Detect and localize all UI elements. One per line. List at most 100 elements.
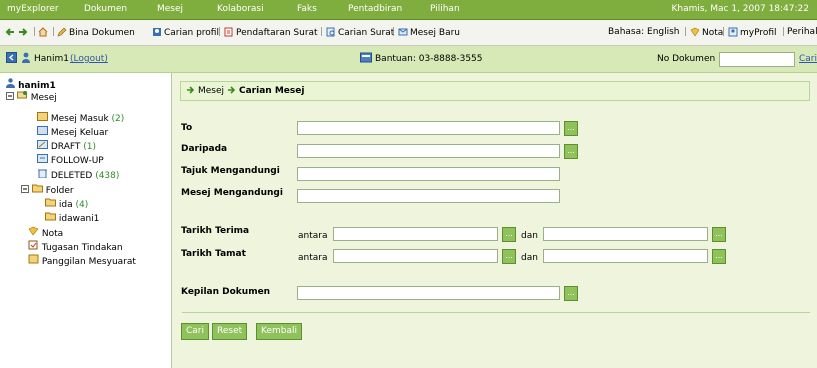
tarikh-terima-from-picker[interactable]: ... xyxy=(502,227,516,242)
back-icon[interactable] xyxy=(5,27,17,38)
tarikh-terima-from-input[interactable] xyxy=(333,227,498,241)
tarikh-tamat-to-input[interactable] xyxy=(543,249,708,263)
pendaftaran-surat-button[interactable]: Pendaftaran Surat xyxy=(224,27,318,38)
nota-label: Nota xyxy=(41,229,64,239)
daripada-picker-button[interactable]: ... xyxy=(564,144,578,159)
tugasan-label: Tugasan Tindakan xyxy=(41,243,123,253)
arrow-icon xyxy=(187,86,195,97)
breadcrumb-carian-mesej: Carian Mesej xyxy=(239,86,305,96)
reset-button[interactable]: Reset xyxy=(212,323,248,340)
bina-dokumen-button[interactable]: Bina Dokumen xyxy=(57,27,135,38)
tarikh-terima-to-picker[interactable]: ... xyxy=(712,227,726,242)
nota-label: Nota xyxy=(702,28,724,38)
draft-label: DRAFT xyxy=(50,142,81,152)
mesej-input[interactable] xyxy=(297,189,560,203)
inbox-icon xyxy=(37,112,48,121)
carian-profil-button[interactable]: Carian profil xyxy=(152,27,219,38)
carian-surat-button[interactable]: Carian Surat xyxy=(326,27,394,38)
myprofil-label: myProfil xyxy=(740,28,777,38)
messages-icon xyxy=(16,91,27,99)
pendaftaran-surat-label: Pendaftaran Surat xyxy=(236,28,318,38)
menu-pilihan[interactable]: Pilihan xyxy=(430,4,460,14)
tajuk-label: Tajuk Mengandungi xyxy=(181,166,280,176)
to-label: To xyxy=(181,123,193,133)
deleted-count: (438) xyxy=(95,171,120,181)
tajuk-input[interactable] xyxy=(297,167,560,181)
deleted-label: DELETED xyxy=(50,171,93,181)
mesej-label: Mesej Mengandungi xyxy=(181,188,283,198)
tree-follow-up[interactable]: FOLLOW-UP xyxy=(37,154,104,166)
follow-up-label: FOLLOW-UP xyxy=(50,156,104,166)
mesej-baru-button[interactable]: Mesej Baru xyxy=(398,27,460,38)
myprofil-button[interactable]: myProfil xyxy=(728,27,777,38)
kepilan-picker-button[interactable]: ... xyxy=(564,286,578,301)
menu-dokumen[interactable]: Dokumen xyxy=(84,4,127,14)
trash-icon xyxy=(38,169,47,179)
tree-tugasan[interactable]: Tugasan Tindakan xyxy=(28,240,123,253)
perihal-link[interactable]: Perihal xyxy=(787,27,817,37)
breadcrumb-mesej[interactable]: Mesej xyxy=(198,86,224,96)
pencil-icon xyxy=(57,27,67,37)
carian-profil-label: Carian profil xyxy=(164,28,219,38)
dan-label: dan xyxy=(521,231,538,241)
logout-link[interactable]: (Logout) xyxy=(70,54,108,64)
cari-link[interactable]: Cari xyxy=(799,54,817,64)
mesej-masuk-label: Mesej Masuk xyxy=(50,114,109,124)
home-icon[interactable] xyxy=(38,27,50,38)
tree-mesej-label: Mesej xyxy=(30,93,57,103)
tarikh-terima-to-input[interactable] xyxy=(543,227,708,241)
tree-mesej-keluar[interactable]: Mesej Keluar xyxy=(37,126,108,138)
collapse-icon[interactable] xyxy=(6,52,17,66)
bantuan-info: Bantuan: 03-8888-3555 xyxy=(375,54,483,64)
tree-ida[interactable]: ida (4) xyxy=(45,198,88,210)
tarikh-tamat-from-picker[interactable]: ... xyxy=(502,249,516,264)
username: Hanim1 xyxy=(34,54,69,64)
kepilan-input[interactable] xyxy=(297,286,560,300)
menu-myexplorer[interactable]: myExplorer xyxy=(7,4,59,14)
tarikh-tamat-from-input[interactable] xyxy=(333,249,498,263)
note-icon xyxy=(28,226,39,236)
sidebar: hanim1 Mesej Mesej Masuk (2) Mesej Kelua… xyxy=(0,73,172,368)
kembali-button[interactable]: Kembali xyxy=(256,323,302,340)
menu-pentadbiran[interactable]: Pentadbiran xyxy=(348,4,402,14)
profile-search-icon xyxy=(153,28,161,36)
daripada-label: Daripada xyxy=(181,144,228,154)
menu-kolaborasi[interactable]: Kolaborasi xyxy=(217,4,264,14)
tree-folder[interactable]: Folder xyxy=(21,183,74,196)
bahasa-selector[interactable]: Bahasa: English xyxy=(608,27,680,37)
to-input[interactable] xyxy=(297,121,560,135)
tree-idawani1[interactable]: idawani1 xyxy=(45,212,99,224)
tree-mesej[interactable]: Mesej xyxy=(6,90,57,103)
cari-button[interactable]: Cari xyxy=(181,323,209,340)
to-picker-button[interactable]: ... xyxy=(564,121,578,136)
letter-search-icon xyxy=(326,27,335,37)
phone-icon xyxy=(360,52,372,66)
carian-surat-label: Carian Surat xyxy=(338,28,395,38)
tarikh-tamat-label: Tarikh Tamat xyxy=(181,249,246,259)
tree-mesej-masuk[interactable]: Mesej Masuk (2) xyxy=(37,112,124,124)
antara-label: antara xyxy=(298,253,328,263)
toolbar: | | Bina Dokumen Carian profil | Pendaft… xyxy=(0,20,817,46)
tree-draft[interactable]: DRAFT (1) xyxy=(37,140,96,152)
collapse-toggle-icon[interactable] xyxy=(21,185,29,193)
ida-count: (4) xyxy=(75,200,89,210)
daripada-input[interactable] xyxy=(297,144,560,158)
menu-mesej[interactable]: Mesej xyxy=(157,4,183,14)
collapse-toggle-icon[interactable] xyxy=(6,92,14,100)
draft-count: (1) xyxy=(83,142,96,152)
forward-icon[interactable] xyxy=(18,27,30,38)
mesej-masuk-count: (2) xyxy=(111,114,125,124)
tree-nota[interactable]: Nota xyxy=(28,226,63,239)
breadcrumb: Mesej Carian Mesej xyxy=(180,81,810,101)
tree-panggilan[interactable]: Panggilan Mesyuarat xyxy=(28,254,136,267)
top-menubar: myExplorer Dokumen Mesej Kolaborasi Faks… xyxy=(0,0,817,20)
tree-deleted[interactable]: DELETED (438) xyxy=(37,168,119,181)
menu-faks[interactable]: Faks xyxy=(297,4,317,14)
follow-up-icon xyxy=(37,154,48,163)
tarikh-terima-label: Tarikh Terima xyxy=(181,226,250,236)
tarikh-tamat-to-picker[interactable]: ... xyxy=(712,249,726,264)
mesej-keluar-label: Mesej Keluar xyxy=(50,128,109,138)
task-icon xyxy=(28,240,38,250)
no-dokumen-input[interactable] xyxy=(719,52,795,67)
nota-button[interactable]: Nota xyxy=(690,27,723,38)
